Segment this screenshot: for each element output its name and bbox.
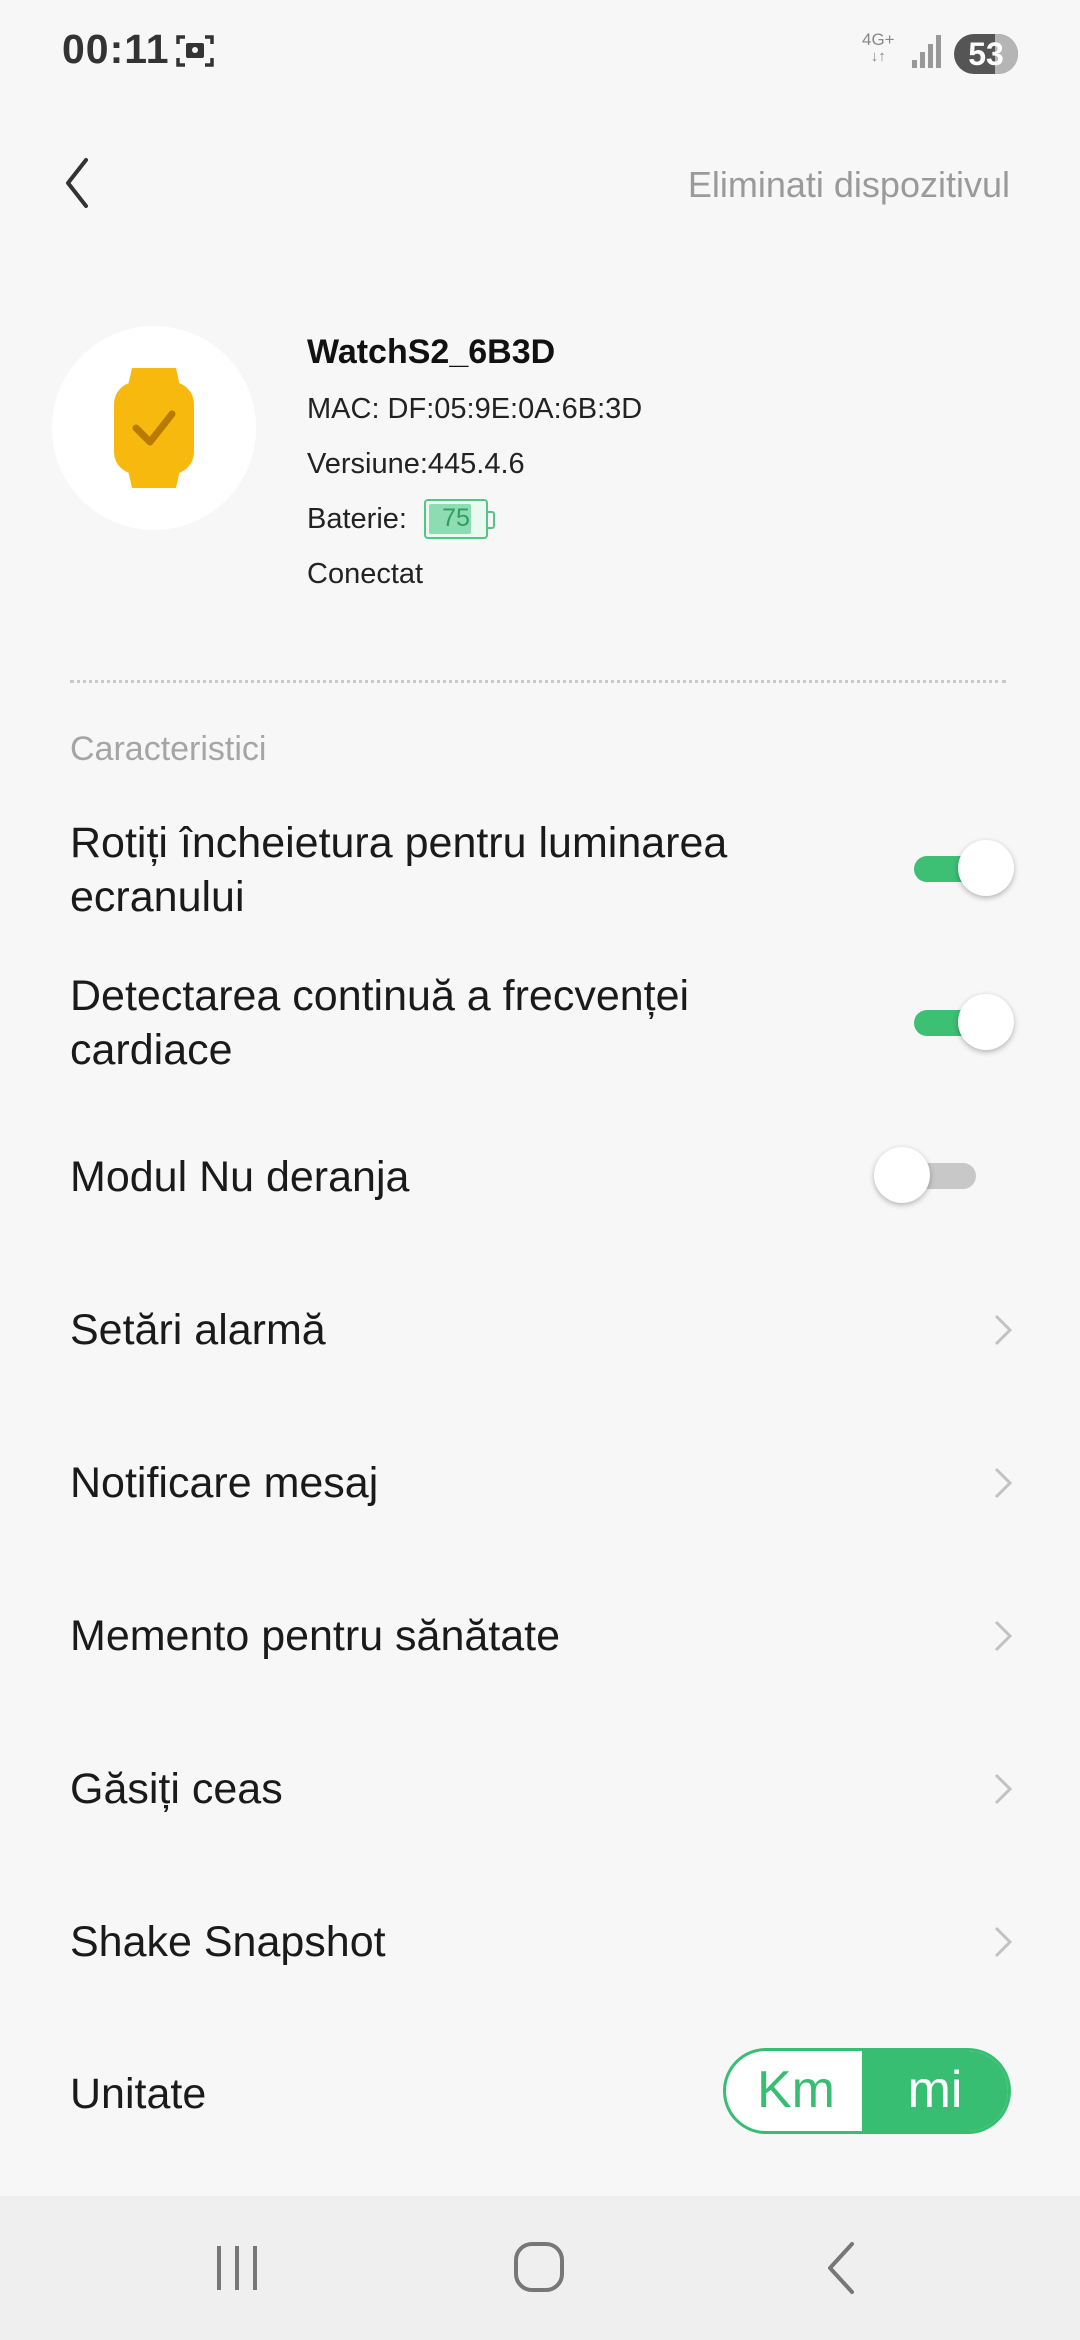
screenshot-icon xyxy=(176,35,214,67)
device-battery-level: 75 xyxy=(442,504,470,532)
do-not-disturb-toggle[interactable] xyxy=(874,1147,976,1203)
alarm-settings-label: Setări alarmă xyxy=(70,1306,326,1354)
chevron-left-icon[interactable] xyxy=(56,150,106,216)
unit-segmented-control: Km mi xyxy=(723,2048,1011,2134)
signal-strength-icon xyxy=(912,35,941,68)
status-time: 00:11 xyxy=(62,26,170,72)
back-nav-icon[interactable] xyxy=(802,2240,882,2296)
message-notification-label: Notificare mesaj xyxy=(70,1459,379,1507)
device-mac: MAC: DF:05:9E:0A:6B:3D xyxy=(307,393,643,425)
wrist-wake-toggle[interactable] xyxy=(914,840,1014,896)
unit-label: Unitate xyxy=(70,2070,207,2118)
health-reminder-label: Memento pentru sănătate xyxy=(70,1612,561,1660)
device-battery-badge: 75 xyxy=(424,499,495,539)
chevron-right-icon xyxy=(994,1314,1013,1346)
unit-option-mi[interactable]: mi xyxy=(862,2051,1008,2131)
chevron-right-icon xyxy=(994,1773,1013,1805)
do-not-disturb-label: Modul Nu deranja xyxy=(70,1153,410,1201)
find-watch-label: Găsiți ceas xyxy=(70,1765,283,1813)
device-status: Conectat xyxy=(307,558,424,590)
find-watch-row[interactable]: Găsiți ceas xyxy=(0,1719,1080,1859)
section-divider xyxy=(70,680,1006,683)
chevron-right-icon xyxy=(994,1620,1013,1652)
remove-device-button[interactable]: Eliminati dispozitivul xyxy=(688,164,1010,206)
wrist-wake-label: Rotiți încheietura pentru luminarea ecra… xyxy=(70,819,728,921)
shake-snapshot-label: Shake Snapshot xyxy=(70,1918,386,1966)
battery-percentage: 53 xyxy=(968,36,1004,72)
heart-rate-toggle[interactable] xyxy=(914,994,1014,1050)
device-version: Versiune:445.4.6 xyxy=(307,448,525,480)
message-notification-row[interactable]: Notificare mesaj xyxy=(0,1413,1080,1553)
recent-apps-icon[interactable] xyxy=(197,2240,277,2296)
section-title: Caracteristici xyxy=(70,730,267,768)
device-name: WatchS2_6B3D xyxy=(307,333,556,371)
device-battery-label: Baterie: xyxy=(307,503,407,535)
chevron-right-icon xyxy=(994,1467,1013,1499)
home-icon[interactable] xyxy=(499,2240,579,2296)
shake-snapshot-row[interactable]: Shake Snapshot xyxy=(0,1872,1080,2012)
chevron-right-icon xyxy=(994,1926,1013,1958)
health-reminder-row[interactable]: Memento pentru sănătate xyxy=(0,1566,1080,1706)
alarm-settings-row[interactable]: Setări alarmă xyxy=(0,1260,1080,1400)
unit-option-km[interactable]: Km xyxy=(726,2051,866,2131)
battery-indicator: 53 xyxy=(954,34,1018,74)
network-type-label: 4G+ ↓↑ xyxy=(862,30,895,65)
smartwatch-icon xyxy=(114,368,194,488)
heart-rate-label: Detectarea continuă a frecvenței cardiac… xyxy=(70,972,690,1074)
